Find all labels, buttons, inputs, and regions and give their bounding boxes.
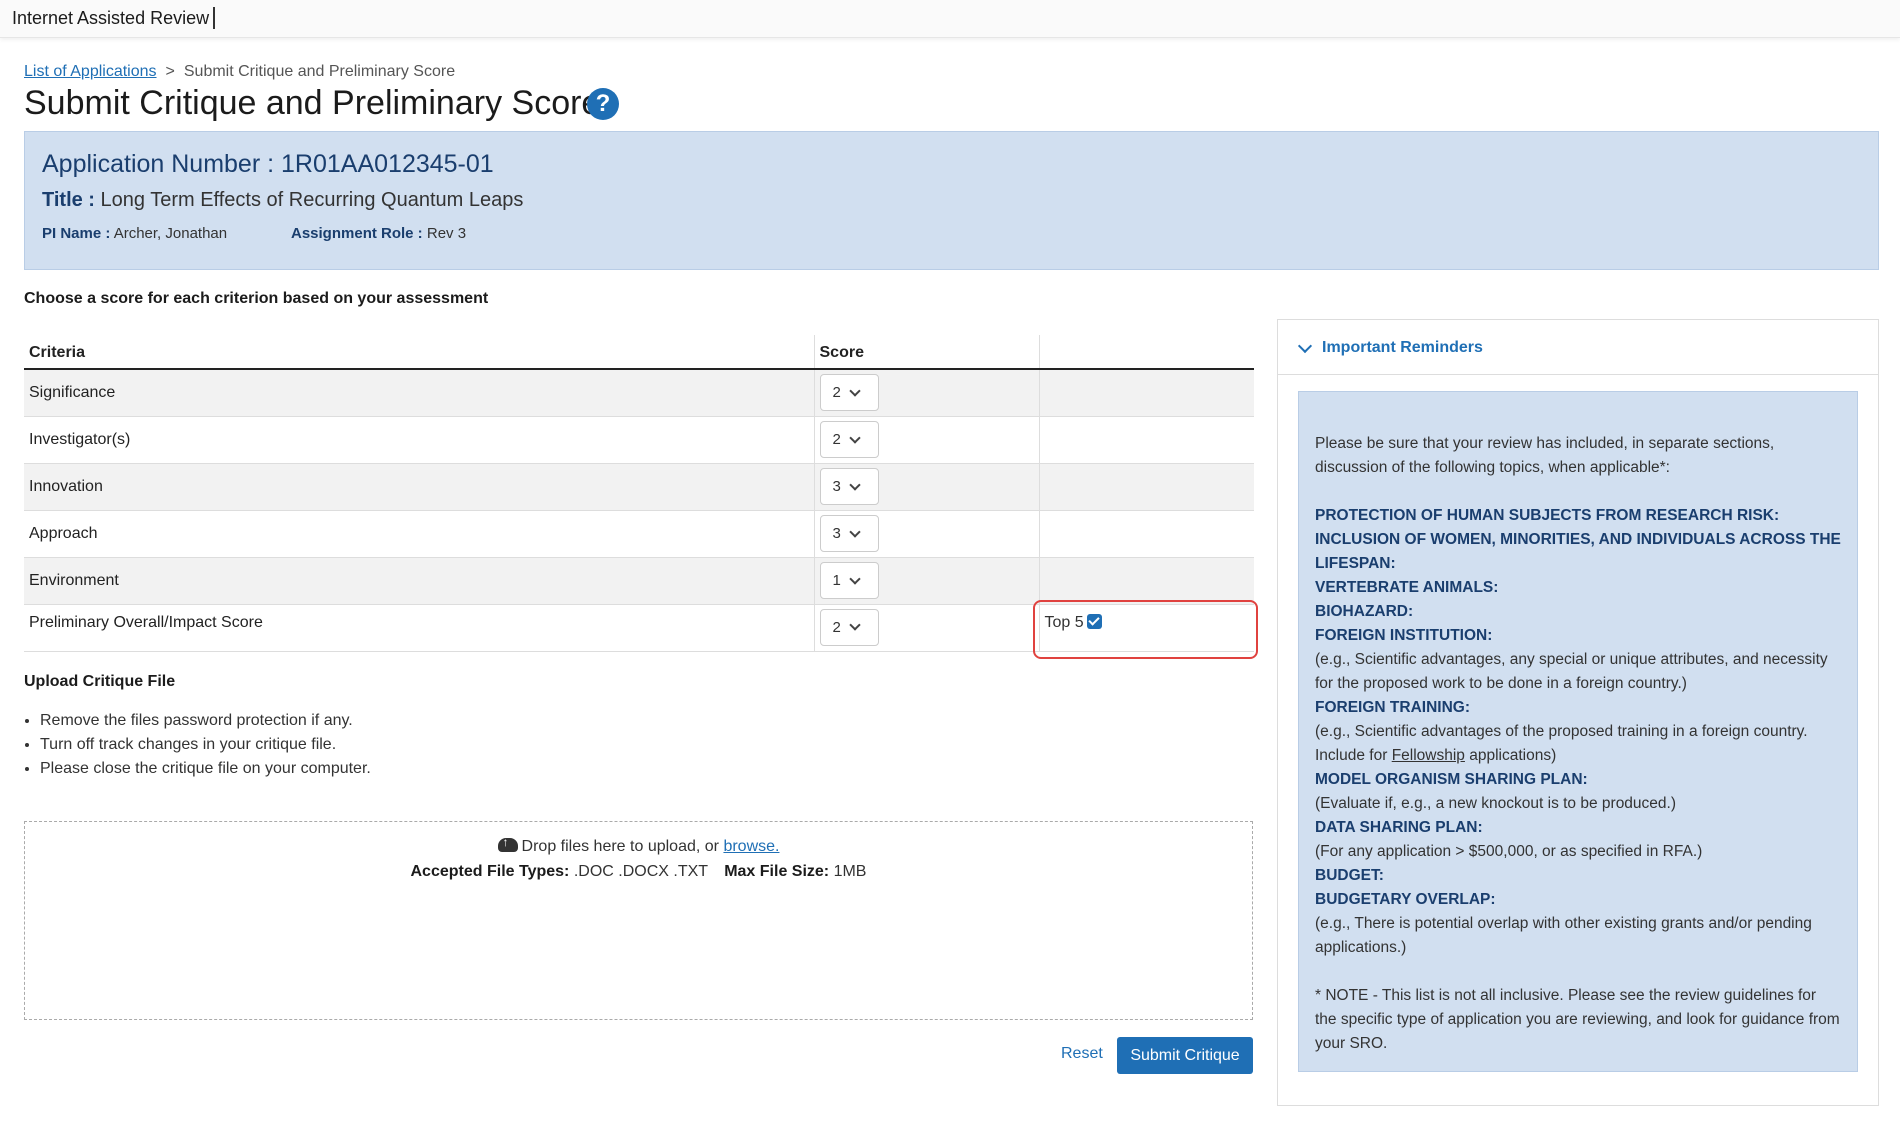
reminders-intro: Please be sure that your review has incl…	[1315, 435, 1775, 476]
score-select-approach[interactable]: 3	[819, 515, 879, 552]
title-divider	[213, 7, 215, 29]
reminder-heading: BUDGETARY OVERLAP:	[1315, 891, 1496, 908]
file-types-value: .DOC .DOCX .TXT	[573, 863, 708, 880]
criterion-approach: Approach	[24, 510, 815, 558]
score-select-investigators[interactable]: 2	[819, 421, 879, 458]
chevron-down-icon	[849, 572, 861, 585]
score-select-environment[interactable]: 1	[819, 562, 879, 599]
reminder-text-part: (e.g., Scientific advantages of the prop…	[1315, 723, 1808, 764]
top5-highlight-outline	[1033, 600, 1258, 659]
chevron-down-icon	[849, 525, 861, 538]
table-row: Innovation 3	[24, 463, 1254, 511]
application-title-label: Title :	[42, 189, 95, 211]
table-row: Environment 1	[24, 557, 1254, 605]
score-value: 3	[832, 478, 841, 495]
reminder-heading: INCLUSION OF WOMEN, MINORITIES, AND INDI…	[1315, 531, 1841, 572]
chevron-down-icon	[849, 385, 861, 397]
score-value: 3	[832, 525, 841, 542]
submit-critique-button[interactable]: Submit Critique	[1117, 1037, 1253, 1074]
app-title: Internet Assisted Review	[12, 8, 210, 28]
chevron-down-icon	[849, 431, 861, 444]
list-item: Turn off track changes in your critique …	[40, 735, 371, 754]
score-value: 2	[832, 384, 841, 402]
reminders-content: Please be sure that your review has incl…	[1298, 391, 1858, 1072]
chevron-down-icon	[1297, 338, 1313, 354]
reminder-heading: FOREIGN INSTITUTION:	[1315, 627, 1493, 644]
criterion-overall-impact: Preliminary Overall/Impact Score	[24, 604, 815, 652]
application-number: Application Number : 1R01AA012345-01	[42, 150, 494, 179]
table-row: Significance 2	[24, 369, 1254, 417]
score-instruction: Choose a score for each criterion based …	[24, 290, 489, 307]
reminder-text: (e.g., There is potential overlap with o…	[1315, 915, 1812, 956]
max-size-label: Max File Size:	[724, 863, 830, 880]
pi-name: PI Name : Archer, Jonathan	[42, 225, 227, 242]
reminders-title: Important Reminders	[1322, 339, 1483, 356]
drop-text: Drop files here to upload, or	[521, 838, 719, 855]
cloud-upload-icon	[497, 835, 518, 852]
score-value: 2	[832, 431, 841, 448]
browse-link[interactable]: browse.	[723, 838, 779, 855]
help-icon[interactable]: ?	[587, 88, 619, 120]
application-info-panel: Application Number : 1R01AA012345-01 Tit…	[24, 131, 1879, 270]
fellowship-link[interactable]: Fellowship	[1392, 747, 1465, 764]
upload-tips-list: Remove the files password protection if …	[40, 711, 371, 783]
reminder-heading: DATA SHARING PLAN:	[1315, 819, 1483, 836]
list-item: Please close the critique file on your c…	[40, 759, 371, 778]
assignment-role: Assignment Role : Rev 3	[291, 225, 466, 242]
assignment-role-value: Rev 3	[426, 225, 467, 242]
reminder-heading: BIOHAZARD:	[1315, 603, 1414, 620]
score-select-overall-impact[interactable]: 2	[819, 608, 879, 646]
file-types-label: Accepted File Types:	[410, 863, 570, 880]
reminder-heading: PROTECTION OF HUMAN SUBJECTS FROM RESEAR…	[1315, 507, 1780, 524]
max-size-value: 1MB	[833, 863, 867, 880]
breadcrumb-current: Submit Critique and Preliminary Score	[183, 63, 456, 80]
application-title-value: Long Term Effects of Recurring Quantum L…	[100, 189, 524, 211]
reminder-heading: BUDGET:	[1315, 867, 1384, 884]
criteria-header: Criteria	[24, 335, 815, 370]
reminder-heading: MODEL ORGANISM SHARING PLAN:	[1315, 771, 1588, 788]
application-number-value: 1R01AA012345-01	[281, 150, 494, 178]
page-title: Submit Critique and Preliminary Score	[24, 84, 601, 122]
top-bar: Internet Assisted Review	[0, 0, 1900, 38]
application-number-label: Application Number :	[42, 150, 275, 178]
reminder-heading: FOREIGN TRAINING:	[1315, 699, 1470, 716]
score-select-significance[interactable]: 2	[819, 374, 879, 412]
extra-header	[1039, 335, 1254, 370]
upload-section-title: Upload Critique File	[24, 673, 176, 690]
breadcrumb-list-of-applications-link[interactable]: List of Applications	[24, 63, 157, 80]
reminders-header[interactable]: Important Reminders	[1278, 320, 1878, 375]
assignment-role-label: Assignment Role :	[291, 225, 423, 242]
reminder-heading: VERTEBRATE ANIMALS:	[1315, 579, 1499, 596]
reminder-text-part: applications)	[1469, 747, 1557, 764]
reset-button[interactable]: Reset	[1061, 1045, 1103, 1063]
chevron-down-icon	[849, 478, 861, 491]
important-reminders-panel: Important Reminders Please be sure that …	[1277, 319, 1879, 1106]
application-title: Title : Long Term Effects of Recurring Q…	[42, 189, 523, 212]
score-select-innovation[interactable]: 3	[819, 468, 879, 505]
score-value: 2	[832, 618, 841, 636]
table-row: Investigator(s) 2	[24, 416, 1254, 464]
breadcrumb-separator: >	[165, 63, 175, 80]
reminder-text: (For any application > $500,000, or as s…	[1315, 843, 1703, 860]
criterion-environment: Environment	[24, 557, 815, 605]
score-header: Score	[814, 335, 1040, 370]
table-row: Approach 3	[24, 510, 1254, 558]
pi-name-label: PI Name :	[42, 225, 111, 242]
score-value: 1	[832, 572, 841, 589]
breadcrumb: List of Applications > Submit Critique and…	[24, 63, 455, 81]
chevron-down-icon	[849, 619, 861, 631]
reminder-text: (e.g., Scientific advantages, any specia…	[1315, 651, 1828, 692]
reminder-text: (Evaluate if, e.g., a new knockout is to…	[1315, 795, 1677, 812]
reminders-note: * NOTE - This list is not all inclusive.…	[1315, 987, 1840, 1052]
criterion-significance: Significance	[24, 369, 815, 417]
criterion-investigators: Investigator(s)	[24, 416, 815, 464]
criterion-innovation: Innovation	[24, 463, 815, 511]
reminder-text: (e.g., Scientific advantages of the prop…	[1315, 720, 1841, 768]
pi-name-value: Archer, Jonathan	[113, 225, 228, 242]
file-dropzone[interactable]: Drop files here to upload, or browse. Ac…	[24, 821, 1253, 1020]
list-item: Remove the files password protection if …	[40, 711, 371, 730]
